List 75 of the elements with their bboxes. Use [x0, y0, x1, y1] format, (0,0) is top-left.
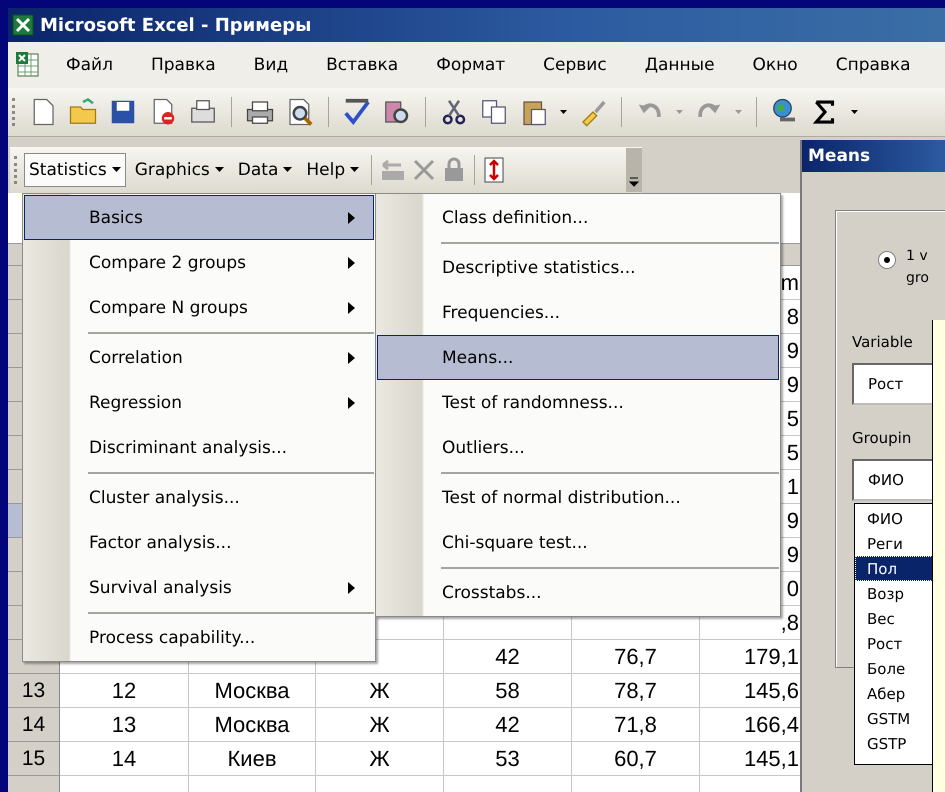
copy-icon[interactable] [479, 97, 509, 127]
table-cell: 53 [444, 742, 572, 776]
submenu-arrow-icon [348, 352, 355, 364]
list-item[interactable]: Боле [855, 656, 945, 681]
menu-item[interactable]: Файл [66, 55, 113, 75]
table-cell: Ж [316, 742, 444, 776]
toolbar-menu-button[interactable]: Help [301, 153, 364, 187]
menu-item[interactable]: Survival analysis [24, 565, 374, 610]
table-cell: 12 [60, 674, 189, 708]
dialog-title: Means [802, 140, 945, 172]
table-cell: Ж [316, 674, 444, 708]
caret-icon [214, 167, 224, 173]
row-header[interactable]: 13 [8, 674, 60, 708]
list-item[interactable]: Реги [855, 531, 945, 556]
table-cell: Москва [189, 674, 316, 708]
caret-icon [350, 167, 360, 173]
toolbar-menu-button[interactable]: Graphics [130, 153, 229, 187]
table-cell: 78,7 [572, 674, 700, 708]
menu-item[interactable]: Factor analysis... [24, 520, 374, 565]
submenu-arrow-icon [348, 212, 355, 224]
folder-icon[interactable] [68, 97, 98, 127]
list-item[interactable]: Абер [855, 681, 945, 706]
radio-label: 1 v gro [906, 247, 930, 288]
menu-item[interactable]: Вставка [326, 55, 398, 75]
list-item[interactable]: ФИО [855, 506, 945, 531]
table-cell: 58 [444, 674, 572, 708]
menu-item[interactable]: Правка [150, 55, 216, 75]
table-cell: 42 [444, 640, 572, 674]
table-cell: Киев [189, 742, 316, 776]
field-label: Variable [852, 333, 914, 353]
field-label: Groupin [852, 429, 912, 449]
table-cell: Москва [189, 708, 316, 742]
submenu-arrow-icon [348, 256, 355, 268]
table-cell: Ж [316, 708, 444, 742]
row-header[interactable]: 15 [8, 742, 60, 776]
menu-item[interactable]: Correlation [24, 335, 374, 380]
submenu-arrow-icon [348, 302, 355, 314]
table-cell: 42 [444, 708, 572, 742]
menu-item[interactable]: Данные [644, 55, 715, 75]
table-cell: 60,7 [572, 742, 700, 776]
submenu-arrow-icon [348, 582, 355, 594]
row-header[interactable]: 14 [8, 708, 60, 742]
menu-item[interactable]: Сервис [543, 55, 607, 75]
radio-button[interactable] [878, 251, 896, 269]
list-item[interactable]: Вес [855, 606, 945, 631]
menu-item[interactable]: Compare N groups [24, 285, 374, 330]
table-cell: 14 [60, 742, 189, 776]
spell-check-icon[interactable] [342, 97, 372, 127]
list-item[interactable]: GSTM [855, 706, 945, 731]
table-cell: 76,7 [572, 640, 700, 674]
caret-icon [283, 167, 292, 173]
menu-item[interactable]: Discriminant analysis... [24, 425, 374, 470]
menu-item[interactable]: Class definition... [377, 195, 779, 240]
x-logo-icon [12, 14, 34, 36]
table-cell: 71,8 [572, 708, 700, 742]
caret-icon [112, 167, 121, 173]
menu-item[interactable]: Cluster analysis... [24, 475, 374, 520]
menu-item[interactable]: Basics [24, 195, 374, 240]
list-item[interactable]: GSTP [855, 731, 945, 756]
menu-item[interactable]: Формат [436, 55, 506, 75]
list-item[interactable]: Рост [855, 631, 945, 656]
menu-item[interactable]: Окно [752, 55, 798, 75]
menu-item[interactable]: Вид [254, 55, 288, 75]
menu-item[interactable]: Process capability... [24, 615, 374, 660]
menu-item[interactable]: Means... [377, 335, 779, 380]
table-cell: 13 [60, 708, 189, 742]
toolbar-menu-button[interactable]: Statistics [24, 153, 126, 187]
menu-item[interactable]: Compare 2 groups [24, 240, 374, 285]
toolbar-menu-button[interactable]: Data [232, 153, 298, 187]
submenu-arrow-icon [348, 396, 355, 408]
toolbar-options-icon[interactable] [626, 148, 642, 192]
menu-item[interactable]: Regression [24, 380, 374, 425]
window-title: Microsoft Excel - Примеры [40, 14, 312, 36]
menu-item[interactable]: Справка [836, 55, 911, 75]
list-item[interactable]: Возр [855, 581, 945, 606]
